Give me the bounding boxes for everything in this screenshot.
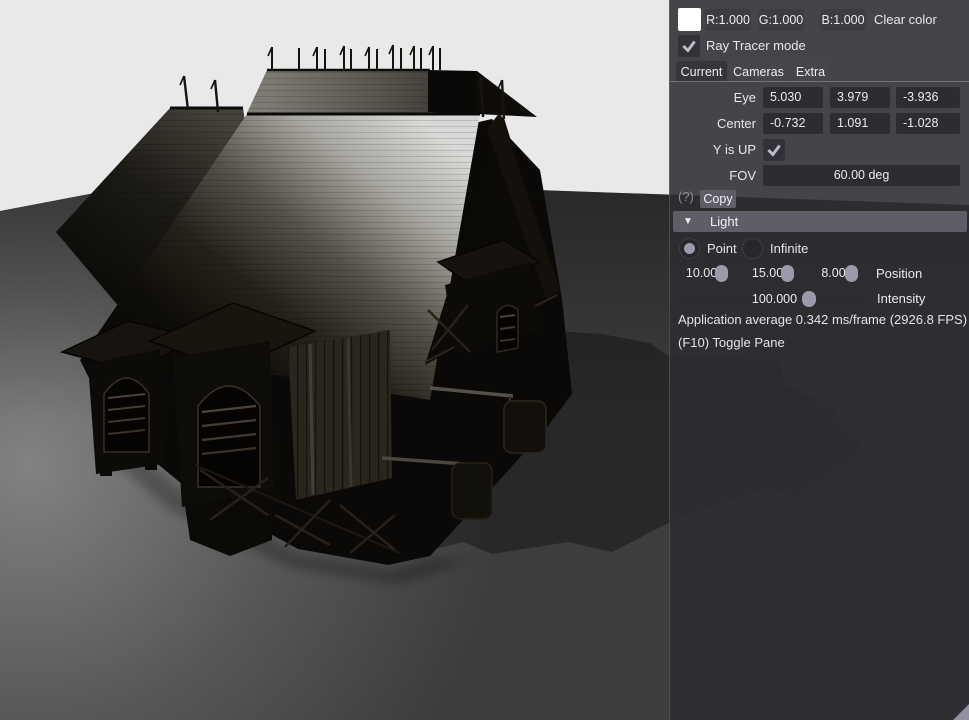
radio-point[interactable] — [679, 238, 700, 259]
y-is-up-label: Y is UP — [712, 142, 756, 157]
light-pos-x-slider[interactable]: 10.000 — [679, 263, 731, 284]
radio-infinite[interactable] — [742, 238, 763, 259]
tab-separator — [670, 81, 969, 82]
slider-value: 100.000 — [751, 292, 798, 306]
clear-color-b-field[interactable]: B:1.000 — [820, 9, 866, 31]
intensity-label: Intensity — [877, 291, 926, 306]
center-z-field[interactable]: -1.028 — [896, 113, 960, 134]
collapse-triangle-icon: ▼ — [683, 216, 693, 227]
center-x-field[interactable]: -0.732 — [763, 113, 823, 134]
slider-grab[interactable] — [715, 265, 728, 282]
check-icon — [767, 144, 781, 157]
clear-color-r-field[interactable]: R:1.000 — [705, 9, 751, 31]
clear-color-label: Clear color — [874, 12, 937, 27]
check-icon — [682, 40, 696, 53]
light-pos-z-slider[interactable]: 8.000 — [811, 263, 863, 284]
clear-color-swatch[interactable] — [678, 8, 701, 31]
light-pos-y-slider[interactable]: 15.000 — [745, 263, 797, 284]
tab-current[interactable]: Current — [676, 61, 727, 82]
clear-color-g-field[interactable]: G:1.000 — [758, 9, 804, 31]
settings-panel: R:1.000 G:1.000 B:1.000 Clear color Ray … — [669, 0, 969, 720]
y-is-up-checkbox[interactable] — [763, 139, 785, 161]
center-label: Center — [716, 116, 756, 131]
light-intensity-slider[interactable]: 100.000 — [679, 289, 870, 309]
copy-button[interactable]: Copy — [700, 190, 736, 208]
plank-wall — [288, 330, 392, 500]
center-y-field[interactable]: 1.091 — [830, 113, 890, 134]
eye-label: Eye — [733, 90, 756, 105]
slider-grab[interactable] — [802, 291, 816, 307]
fov-field[interactable]: 60.00 deg — [763, 165, 960, 186]
eye-y-field[interactable]: 3.979 — [830, 87, 890, 108]
tab-extra[interactable]: Extra — [790, 61, 831, 82]
light-header-label: Light — [710, 214, 739, 229]
toggle-pane-hint: (F10) Toggle Pane — [678, 335, 785, 350]
radio-point-label: Point — [707, 241, 737, 256]
position-label: Position — [876, 266, 923, 281]
radio-infinite-label: Infinite — [770, 241, 809, 256]
frame-stats-text: Application average 0.342 ms/frame (2926… — [678, 312, 968, 327]
ray-tracer-label: Ray Tracer mode — [706, 38, 806, 53]
eye-x-field[interactable]: 5.030 — [763, 87, 823, 108]
ray-tracer-checkbox[interactable] — [678, 35, 700, 57]
slider-grab[interactable] — [781, 265, 794, 282]
eye-z-field[interactable]: -3.936 — [896, 87, 960, 108]
light-section-header[interactable]: ▼ Light — [673, 211, 967, 232]
tab-cameras[interactable]: Cameras — [730, 61, 787, 82]
help-icon: (?) — [678, 189, 694, 204]
fov-label: FOV — [729, 168, 756, 183]
slider-grab[interactable] — [845, 265, 858, 282]
radio-selected-dot — [684, 243, 695, 254]
app-window: R:1.000 G:1.000 B:1.000 Clear color Ray … — [0, 0, 969, 720]
resize-grip[interactable] — [953, 703, 969, 720]
